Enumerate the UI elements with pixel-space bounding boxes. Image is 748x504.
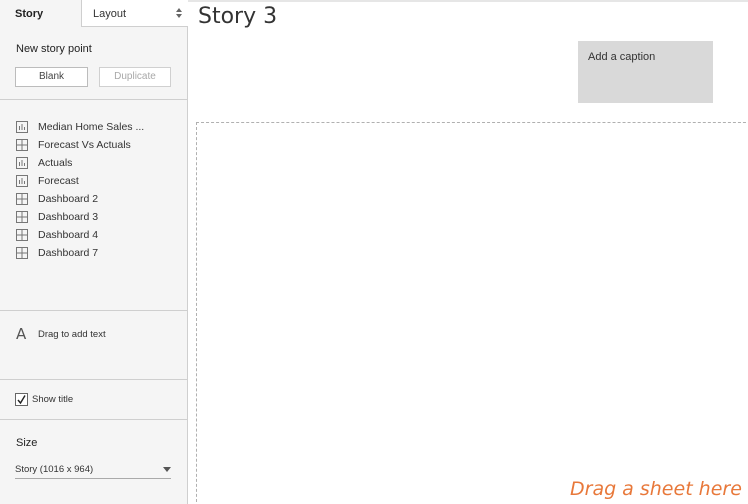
checkmark-icon bbox=[17, 395, 26, 405]
top-border bbox=[188, 0, 748, 2]
bar-chart-icon bbox=[16, 121, 28, 133]
tab-layout-label: Layout bbox=[93, 8, 127, 20]
sheet-item-dashboard-3[interactable]: Dashboard 3 bbox=[16, 208, 181, 226]
bar-chart-icon bbox=[16, 175, 28, 187]
size-dropdown[interactable]: Story (1016 x 964) bbox=[15, 461, 171, 479]
dashboard-icon bbox=[16, 247, 28, 259]
caption-placeholder: Add a caption bbox=[588, 51, 656, 63]
dashboard-icon bbox=[16, 139, 28, 151]
divider bbox=[0, 379, 187, 380]
divider bbox=[0, 310, 187, 311]
sheet-label: Dashboard 3 bbox=[38, 211, 99, 223]
sheet-label: Dashboard 7 bbox=[38, 247, 99, 259]
sheet-item-dashboard-4[interactable]: Dashboard 4 bbox=[16, 226, 181, 244]
dashboard-icon bbox=[16, 211, 28, 223]
sheet-item-actuals[interactable]: Actuals bbox=[16, 154, 181, 172]
sheet-label: Dashboard 2 bbox=[38, 193, 99, 205]
show-title-label: Show title bbox=[32, 394, 74, 405]
story-point-caption[interactable]: Add a caption bbox=[578, 41, 713, 103]
story-title[interactable]: Story 3 bbox=[198, 4, 277, 29]
new-story-point-title: New story point bbox=[16, 43, 92, 55]
dashboard-icon bbox=[16, 229, 28, 241]
divider bbox=[0, 99, 187, 100]
drag-text-object[interactable]: A Drag to add text bbox=[16, 325, 106, 343]
sheet-label: Actuals bbox=[38, 157, 73, 169]
sheet-item-forecast[interactable]: Forecast bbox=[16, 172, 181, 190]
blank-button[interactable]: Blank bbox=[15, 67, 88, 87]
sheet-label: Median Home Sales ... bbox=[38, 121, 145, 133]
panel-tabs: Story Layout bbox=[0, 0, 188, 27]
duplicate-button[interactable]: Duplicate bbox=[99, 67, 171, 87]
sheet-label: Forecast Vs Actuals bbox=[38, 139, 131, 151]
dashboard-icon bbox=[16, 193, 28, 205]
text-object-icon: A bbox=[16, 325, 27, 343]
sheet-drop-zone[interactable] bbox=[196, 122, 748, 504]
size-title: Size bbox=[16, 437, 38, 449]
sheet-item-forecast-vs-actuals[interactable]: Forecast Vs Actuals bbox=[16, 136, 181, 154]
tab-layout[interactable]: Layout bbox=[82, 0, 188, 27]
show-title-checkbox[interactable] bbox=[15, 393, 28, 406]
story-panel: Story Layout New story point Blank Dupli… bbox=[0, 0, 188, 504]
caret-down-icon bbox=[163, 467, 171, 472]
drag-text-label: Drag to add text bbox=[38, 328, 106, 340]
divider bbox=[0, 419, 187, 420]
sheet-list: Median Home Sales ... Forecast Vs Actual… bbox=[16, 118, 181, 262]
drop-hint-text: Drag a sheet here bbox=[570, 478, 742, 500]
sheet-item-median-home-sales[interactable]: Median Home Sales ... bbox=[16, 118, 181, 136]
tab-story[interactable]: Story bbox=[0, 0, 82, 27]
sheet-label: Dashboard 4 bbox=[38, 229, 99, 241]
sheet-label: Forecast bbox=[38, 175, 79, 187]
sheet-item-dashboard-2[interactable]: Dashboard 2 bbox=[16, 190, 181, 208]
up-down-arrows-icon bbox=[176, 8, 182, 18]
sheet-item-dashboard-7[interactable]: Dashboard 7 bbox=[16, 244, 181, 262]
show-title-toggle[interactable]: Show title bbox=[15, 393, 73, 406]
bar-chart-icon bbox=[16, 157, 28, 169]
size-value: Story (1016 x 964) bbox=[15, 464, 94, 475]
